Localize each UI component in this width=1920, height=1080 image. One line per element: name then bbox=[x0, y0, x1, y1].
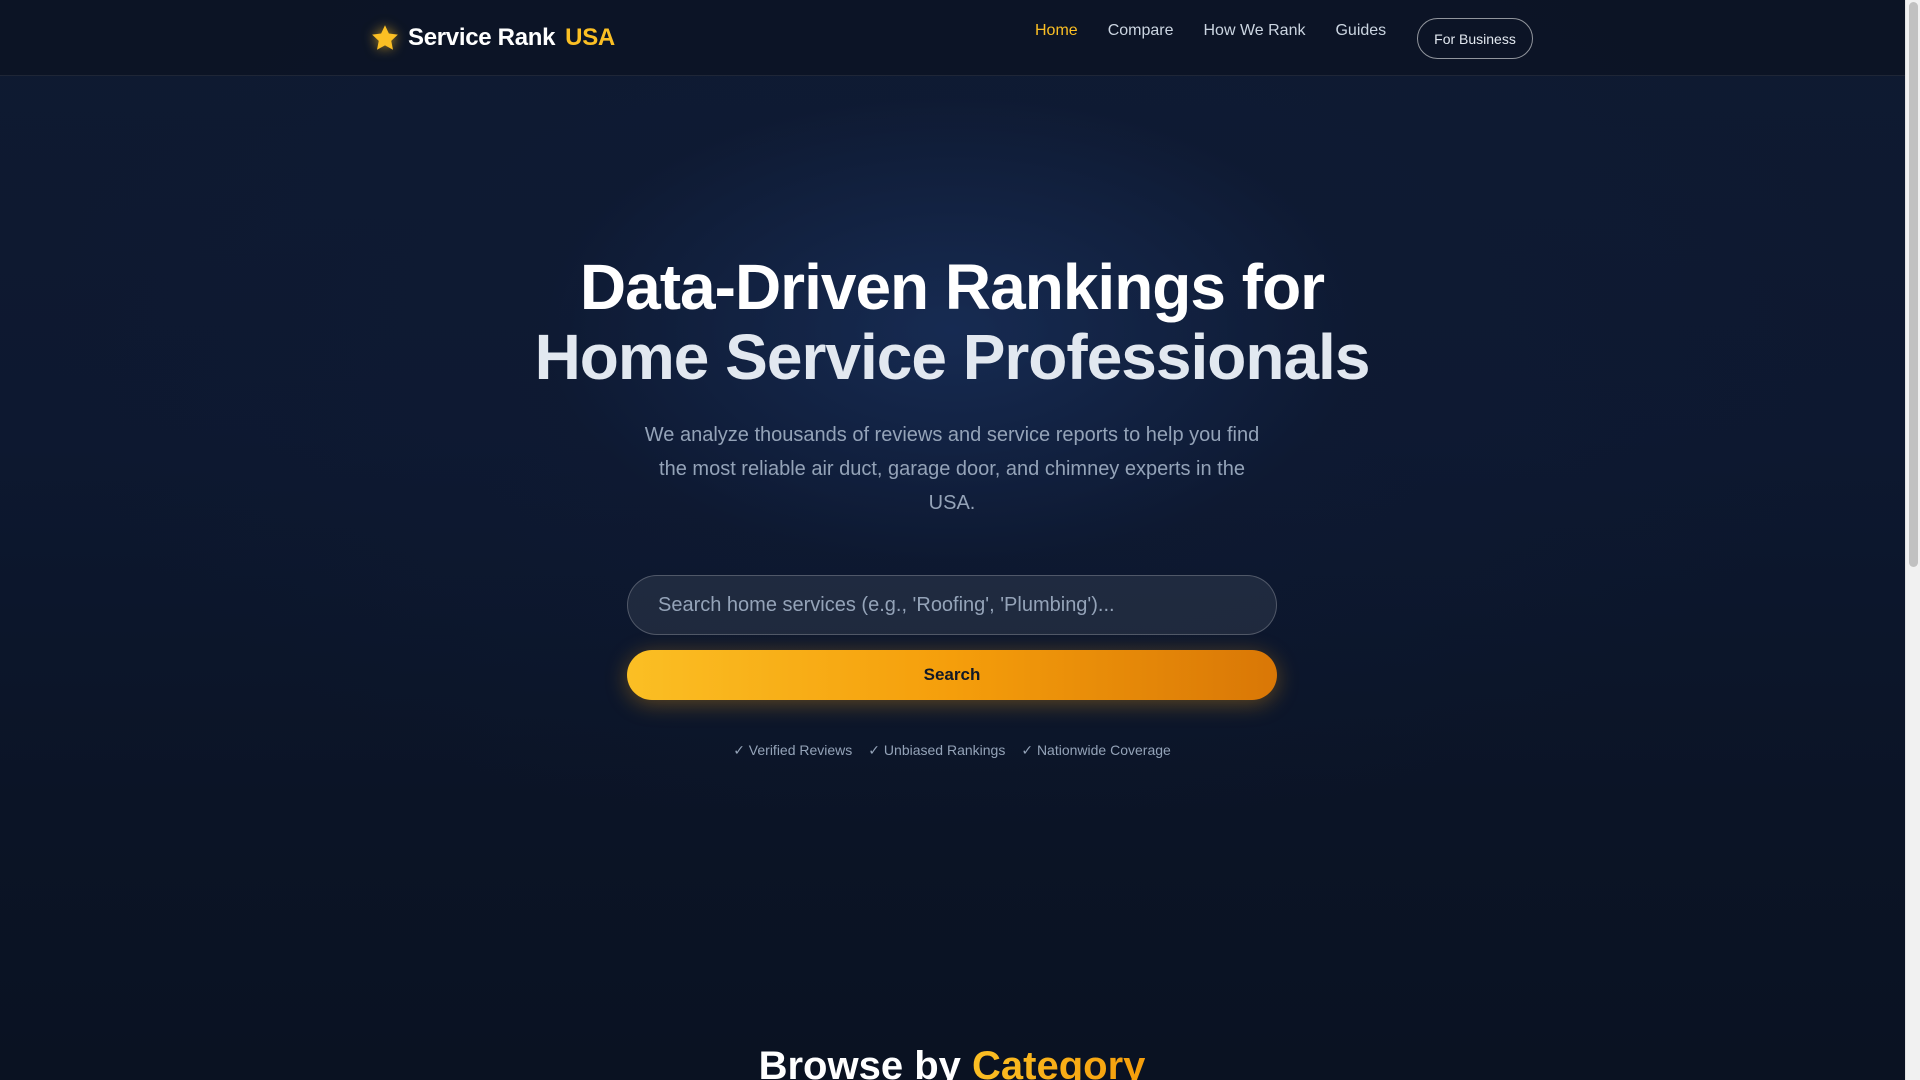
badge-nationwide-coverage: ✓ Nationwide Coverage bbox=[1021, 742, 1171, 758]
page: Service Rank USA Home Compare How We Ran… bbox=[0, 0, 1905, 1080]
nav-item-guides[interactable]: Guides bbox=[1335, 22, 1386, 40]
hero-title: Data-Driven Rankings for Home Service Pr… bbox=[452, 252, 1452, 392]
main-nav: Home Compare How We Rank Guides bbox=[1035, 20, 1416, 42]
hero-title-line2: Home Service Professionals bbox=[534, 321, 1371, 393]
trust-badges: ✓ Verified Reviews ✓ Unbiased Rankings ✓… bbox=[627, 742, 1277, 759]
badge-verified-reviews: ✓ Verified Reviews bbox=[733, 742, 853, 758]
hero-subtitle: We analyze thousands of reviews and serv… bbox=[644, 424, 1260, 514]
browse-title-accent: Category bbox=[972, 1044, 1145, 1080]
scrollbar-thumb[interactable] bbox=[1909, 2, 1918, 567]
page-scrollbar[interactable] bbox=[1905, 0, 1920, 1080]
search-button[interactable]: Search bbox=[627, 650, 1277, 700]
for-business-button[interactable]: For Business bbox=[1417, 18, 1533, 59]
nav-item-how-we-rank[interactable]: How We Rank bbox=[1204, 22, 1306, 40]
search-input[interactable] bbox=[627, 575, 1277, 635]
hero-title-line1: Data-Driven Rankings for bbox=[579, 251, 1325, 323]
nav-item-compare[interactable]: Compare bbox=[1108, 22, 1174, 40]
logo-link[interactable]: Service Rank USA bbox=[370, 20, 615, 56]
brand-accent: USA bbox=[565, 24, 615, 51]
browse-category-heading: Browse by Category bbox=[552, 1044, 1352, 1080]
badge-unbiased-rankings: ✓ Unbiased Rankings bbox=[868, 742, 1006, 758]
brand-name: Service Rank bbox=[408, 24, 556, 51]
browse-title-prefix: Browse by bbox=[758, 1044, 961, 1080]
nav-item-home[interactable]: Home bbox=[1035, 22, 1078, 40]
star-icon bbox=[372, 25, 398, 50]
site-header: Service Rank USA Home Compare How We Ran… bbox=[0, 0, 1905, 76]
